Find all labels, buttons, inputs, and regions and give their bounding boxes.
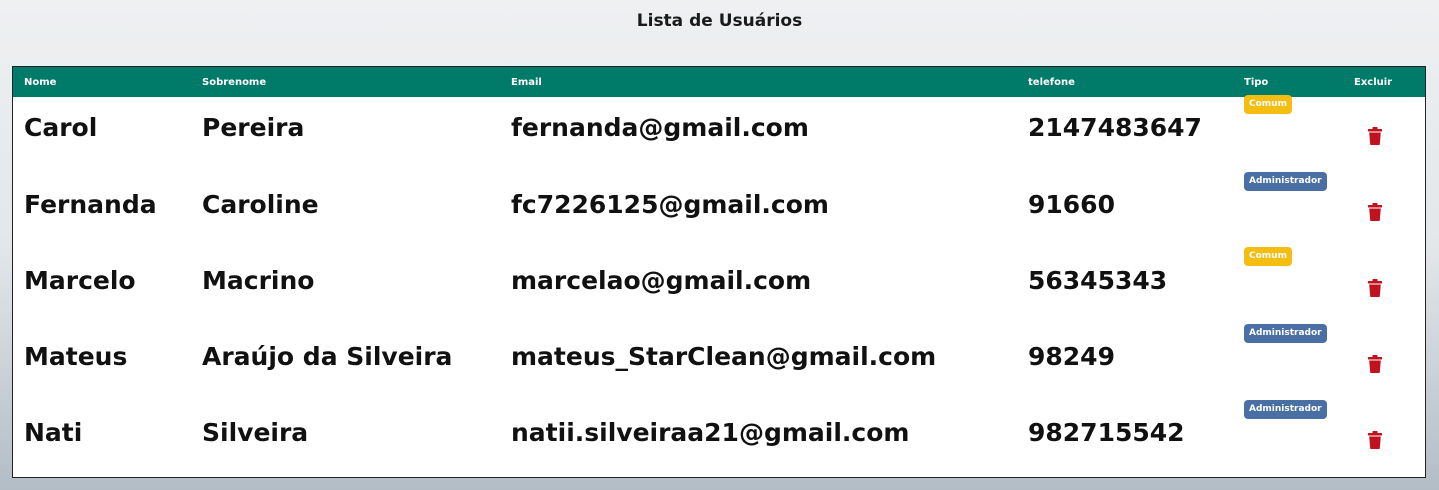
cell-nome: Fernanda <box>24 190 157 219</box>
tipo-badge: Comum <box>1244 247 1292 266</box>
header-nome: Nome <box>24 77 57 88</box>
cell-email: mateus_StarClean@gmail.com <box>511 342 937 371</box>
cell-telefone: 98249 <box>1028 342 1115 371</box>
cell-nome: Mateus <box>24 342 128 371</box>
cell-telefone: 982715542 <box>1028 418 1185 447</box>
cell-sobrenome: Pereira <box>202 113 305 142</box>
trash-icon[interactable] <box>1368 127 1382 145</box>
cell-sobrenome: Macrino <box>202 266 315 295</box>
page-title: Lista de Usuários <box>636 11 803 31</box>
table-row: Carol Pereira fernanda@gmail.com 2147483647… <box>13 95 1425 173</box>
cell-telefone: 56345343 <box>1028 266 1168 295</box>
cell-telefone: 91660 <box>1028 190 1115 219</box>
cell-nome: Nati <box>24 418 83 447</box>
trash-icon[interactable] <box>1368 279 1382 297</box>
table-row: Fernanda Caroline fc7226125@gmail.com 91660… <box>13 172 1425 250</box>
cell-email: marcelao@gmail.com <box>511 266 812 295</box>
cell-sobrenome: Araújo da Silveira <box>202 342 453 371</box>
table-row: Nati Silveira natii.silveiraa21@gmail.com 9… <box>13 400 1425 478</box>
header-excluir: Excluir <box>1354 77 1393 88</box>
tipo-badge: Administrador <box>1244 400 1327 419</box>
cell-email: fernanda@gmail.com <box>511 113 809 142</box>
header-email: Email <box>511 77 542 88</box>
header-telefone: telefone <box>1028 77 1075 88</box>
trash-icon[interactable] <box>1368 355 1382 373</box>
table-row: Mateus Araújo da Silveira mateus_StarClean… <box>13 324 1425 402</box>
tipo-badge: Administrador <box>1244 324 1327 343</box>
tipo-badge: Administrador <box>1244 172 1327 191</box>
header-tipo: Tipo <box>1244 77 1269 88</box>
header-sobrenome: Sobrenome <box>202 77 267 88</box>
trash-icon[interactable] <box>1368 431 1382 449</box>
cell-sobrenome: Caroline <box>202 190 319 219</box>
tipo-badge: Comum <box>1244 95 1292 114</box>
table-row: Marcelo Macrino marcelao@gmail.com 56345343… <box>13 247 1425 326</box>
cell-telefone: 2147483647 <box>1028 113 1202 142</box>
cell-sobrenome: Silveira <box>202 418 309 447</box>
cell-email: fc7226125@gmail.com <box>511 190 829 219</box>
table-header: Nome Sobrenome Email telefone Tipo Exclu… <box>13 67 1425 97</box>
cell-nome: Carol <box>24 113 98 142</box>
trash-icon[interactable] <box>1368 203 1382 221</box>
cell-email: natii.silveiraa21@gmail.com <box>511 418 910 447</box>
users-table: Nome Sobrenome Email telefone Tipo Exclu… <box>12 66 1426 478</box>
cell-nome: Marcelo <box>24 266 136 295</box>
